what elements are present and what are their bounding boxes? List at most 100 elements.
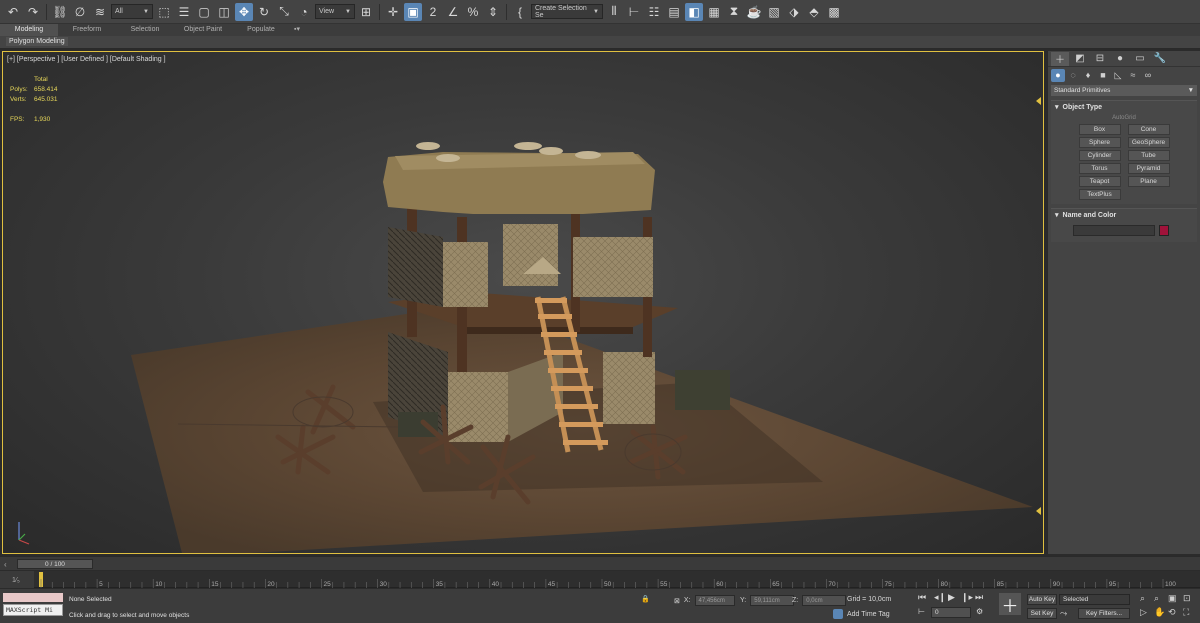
- sphere-button[interactable]: Sphere: [1078, 137, 1121, 148]
- x-coordinate-input[interactable]: 47,456cm: [694, 595, 735, 606]
- bind-spacewarp-icon[interactable]: ≋: [91, 3, 109, 21]
- hierarchy-tab-icon[interactable]: ⊟: [1091, 52, 1109, 66]
- textplus-button[interactable]: TextPlus: [1078, 189, 1121, 200]
- undo-icon[interactable]: ↶: [4, 3, 22, 21]
- isolate-selection-icon[interactable]: 🔒: [641, 595, 650, 603]
- field-of-view-icon[interactable]: ▷: [1140, 607, 1147, 618]
- geosphere-button[interactable]: GeoSphere: [1127, 137, 1170, 148]
- plane-button[interactable]: Plane: [1127, 176, 1170, 187]
- cameras-icon[interactable]: ■: [1096, 69, 1110, 82]
- viewport-edge-arrow-icon[interactable]: [1036, 507, 1041, 515]
- redo-icon[interactable]: ↷: [24, 3, 42, 21]
- time-slider-handle[interactable]: 0 / 100: [17, 559, 93, 569]
- key-mode-toggle-icon[interactable]: ⊢: [918, 607, 925, 616]
- add-time-tag-button[interactable]: Add Time Tag: [833, 609, 890, 619]
- render-production-icon[interactable]: ⬗: [785, 3, 803, 21]
- pivot-point-icon[interactable]: ⊞: [357, 3, 375, 21]
- z-coordinate-input[interactable]: 0,0cm: [802, 595, 847, 606]
- mirror-icon[interactable]: ⫴: [605, 3, 623, 21]
- render-in-cloud-icon[interactable]: ▩: [825, 3, 843, 21]
- play-icon[interactable]: ▶: [948, 592, 955, 603]
- named-selection-set-dropdown[interactable]: Create Selection Se ▼: [531, 4, 603, 19]
- material-editor-icon[interactable]: ⧗: [725, 3, 743, 21]
- tab-freeform[interactable]: Freeform: [58, 24, 116, 36]
- lights-icon[interactable]: ♦: [1081, 69, 1095, 82]
- keyboard-shortcut-override-icon[interactable]: ▣: [404, 2, 422, 21]
- create-tab-icon[interactable]: ＋: [1051, 51, 1069, 66]
- systems-icon[interactable]: ∞: [1141, 69, 1155, 82]
- align-icon[interactable]: ⊢: [625, 3, 643, 21]
- select-and-move-icon[interactable]: ✥: [235, 2, 253, 21]
- next-frame-icon[interactable]: ❙▸: [961, 592, 973, 603]
- object-name-input[interactable]: [1073, 225, 1155, 236]
- tube-button[interactable]: Tube: [1127, 150, 1170, 161]
- viewport-label[interactable]: [+] [Perspective ] [User Defined ] [Defa…: [7, 56, 166, 63]
- curve-editor-icon[interactable]: ◧: [685, 2, 703, 21]
- object-color-swatch[interactable]: [1159, 225, 1169, 236]
- rendered-frame-window-icon[interactable]: ▧: [765, 3, 783, 21]
- selection-filter-dropdown[interactable]: All ▼: [111, 4, 153, 19]
- zoom-all-icon[interactable]: ⌕: [1154, 593, 1159, 604]
- time-configuration-icon[interactable]: ⚙: [976, 607, 983, 616]
- geometry-icon[interactable]: ●: [1051, 68, 1065, 82]
- auto-key-button[interactable]: Auto Key: [1027, 594, 1057, 605]
- toggle-ribbon-icon[interactable]: ▤: [665, 3, 683, 21]
- layer-explorer-icon[interactable]: ☷: [645, 3, 663, 21]
- y-coordinate-input[interactable]: 59,111cm: [750, 595, 795, 606]
- render-iterative-icon[interactable]: ⬘: [805, 3, 823, 21]
- object-type-rollout-header[interactable]: ▾ Object Type: [1051, 101, 1197, 113]
- default-in-out-tangent-icon[interactable]: ⤳: [1060, 608, 1067, 619]
- maximize-viewport-icon[interactable]: ⛶: [1183, 607, 1189, 618]
- snaps-toggle-icon[interactable]: 2: [424, 3, 442, 21]
- key-filters-button[interactable]: Key Filters...: [1078, 608, 1130, 619]
- tab-modeling[interactable]: Modeling: [0, 24, 58, 36]
- autogrid-checkbox[interactable]: AutoGrid: [1051, 115, 1197, 121]
- track-bar[interactable]: 1⁄₅ 5 10 15 20 25 30 35 40 45 50 55 60 65 70 75 80 85 90 9…: [0, 571, 1200, 588]
- teapot-button[interactable]: Teapot: [1078, 176, 1121, 187]
- rectangle-selection-icon[interactable]: ▢: [195, 3, 213, 21]
- spinner-snap-icon[interactable]: ⇕: [484, 3, 502, 21]
- shapes-icon[interactable]: ◌: [1066, 69, 1080, 82]
- schematic-view-icon[interactable]: ▦: [705, 3, 723, 21]
- cone-button[interactable]: Cone: [1127, 124, 1170, 135]
- select-by-name-icon[interactable]: ☰: [175, 3, 193, 21]
- percent-snap-icon[interactable]: %: [464, 3, 482, 21]
- display-tab-icon[interactable]: ▭: [1131, 52, 1149, 66]
- previous-frame-icon[interactable]: ◂❙: [934, 592, 946, 603]
- zoom-extents-icon[interactable]: ▣: [1168, 593, 1177, 604]
- go-to-end-icon[interactable]: ⏭: [975, 592, 983, 603]
- tab-object-paint[interactable]: Object Paint: [174, 24, 232, 36]
- select-and-place-icon[interactable]: ◔: [295, 3, 313, 21]
- viewport-edge-arrow-icon[interactable]: [1036, 97, 1041, 105]
- select-and-scale-icon[interactable]: ⤡: [275, 3, 293, 21]
- edit-named-selection-icon[interactable]: {: [511, 3, 529, 21]
- helpers-icon[interactable]: ◺: [1111, 69, 1125, 82]
- torus-button[interactable]: Torus: [1078, 163, 1121, 174]
- pyramid-button[interactable]: Pyramid: [1127, 163, 1170, 174]
- current-frame-input[interactable]: 0: [931, 607, 971, 618]
- zoom-icon[interactable]: ⌕: [1140, 593, 1145, 604]
- orbit-icon[interactable]: ⟲: [1168, 607, 1176, 618]
- name-and-color-rollout-header[interactable]: ▾ Name and Color: [1051, 209, 1197, 221]
- reference-coordinate-dropdown[interactable]: View ▼: [315, 4, 355, 19]
- key-selection-dropdown[interactable]: Selected: [1059, 594, 1130, 605]
- window-crossing-icon[interactable]: ◫: [215, 3, 233, 21]
- box-button[interactable]: Box: [1078, 124, 1121, 135]
- polygon-modeling-button[interactable]: Polygon Modeling: [6, 37, 68, 46]
- pan-view-icon[interactable]: ✋: [1154, 607, 1165, 618]
- select-object-icon[interactable]: ⬚: [155, 3, 173, 21]
- tab-populate[interactable]: Populate: [232, 24, 290, 36]
- transform-mode-icon[interactable]: ⊠: [674, 597, 680, 605]
- modify-tab-icon[interactable]: ◩: [1071, 52, 1089, 66]
- zoom-extents-all-icon[interactable]: ⊡: [1183, 593, 1191, 604]
- render-setup-icon[interactable]: ☕: [745, 3, 763, 21]
- time-slider-prev-icon[interactable]: ‹: [4, 560, 7, 569]
- utilities-tab-icon[interactable]: 🔧: [1151, 52, 1169, 66]
- motion-tab-icon[interactable]: ●: [1111, 52, 1129, 66]
- space-warps-icon[interactable]: ≈: [1126, 69, 1140, 82]
- ribbon-options-icon[interactable]: ▪▾: [290, 24, 304, 36]
- primitives-category-dropdown[interactable]: Standard Primitives ▼: [1051, 85, 1197, 96]
- link-icon[interactable]: ⛓: [51, 3, 69, 21]
- tab-selection[interactable]: Selection: [116, 24, 174, 36]
- set-key-button[interactable]: Set Key: [1027, 608, 1057, 619]
